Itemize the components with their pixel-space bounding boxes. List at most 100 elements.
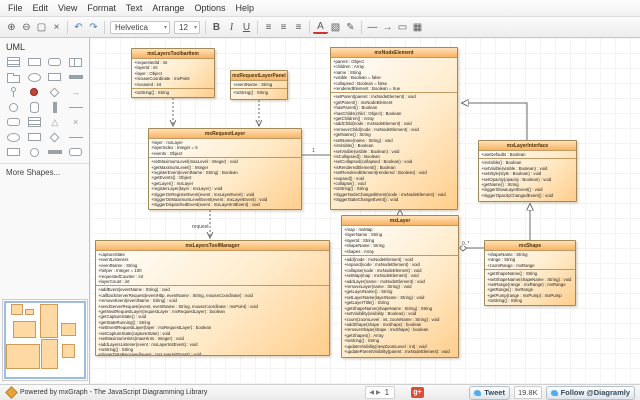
- delete-icon[interactable]: ×: [49, 20, 64, 35]
- uml-shape-line[interactable]: [65, 130, 86, 144]
- uml-shape-rect[interactable]: [45, 70, 66, 84]
- uml-shape-line[interactable]: [65, 100, 86, 114]
- page-number: 1: [383, 388, 391, 397]
- uml-shape-circle[interactable]: [24, 145, 45, 159]
- uml-class-mxLayerInterface[interactable]: mxLayerInterface+useDefaults : Boolean+i…: [478, 140, 577, 202]
- font-color-icon[interactable]: A: [313, 21, 328, 34]
- uml-shape-diamond[interactable]: [45, 130, 66, 144]
- uml-shape-rect[interactable]: [3, 145, 24, 159]
- tweet-button[interactable]: Tweet: [469, 386, 510, 400]
- uml-shape-class[interactable]: [3, 55, 24, 69]
- rect-shape-icon: [48, 73, 61, 81]
- uml-class-mxLayer[interactable]: mxLayer+map : mxMap+layerName : String+l…: [341, 215, 459, 358]
- uml-shape-tri[interactable]: △: [45, 115, 66, 129]
- menu-help[interactable]: Help: [230, 3, 259, 13]
- uml-attribute: +mouseId : int: [134, 82, 212, 87]
- uml-shape-barh[interactable]: [65, 70, 86, 84]
- image-icon[interactable]: ▦: [410, 20, 425, 35]
- uml-methods-section: +setMaximumLevel(maxLevel : Integer) : v…: [149, 158, 301, 209]
- uml-shape-class[interactable]: [24, 115, 45, 129]
- diagram-canvas[interactable]: request10..* mxLayersToolbarItem+request…: [90, 38, 640, 384]
- uml-shape-x[interactable]: ×: [65, 115, 86, 129]
- follow-label: Follow @Diagramly: [561, 388, 630, 397]
- uml-shape-package[interactable]: [3, 70, 24, 84]
- uml-shape-barh[interactable]: [45, 145, 66, 159]
- zoom-fit-icon[interactable]: ▢: [34, 20, 49, 35]
- uml-shape-rect[interactable]: [24, 55, 45, 69]
- uml-method: +toString() : String: [233, 90, 285, 95]
- font-size-select[interactable]: 12▾: [174, 21, 200, 34]
- menu-options[interactable]: Options: [189, 3, 230, 13]
- uml-shape-cyl[interactable]: [24, 100, 45, 114]
- menu-text[interactable]: Text: [121, 3, 148, 13]
- uml-class-mxShape[interactable]: mxShape+shapeName : String+range : Strin…: [484, 240, 576, 306]
- sidebar-section-uml[interactable]: UML: [0, 38, 89, 54]
- underline-button[interactable]: U: [239, 20, 254, 35]
- uml-class-mxLayersToolbarItem[interactable]: mxLayersToolbarItem+requestedId : int+la…: [131, 48, 215, 98]
- align-right-icon[interactable]: ≡: [291, 20, 306, 35]
- uml-shape-reddot[interactable]: [24, 85, 45, 99]
- uml-method: +triggerDispatchedEvent(event : mxLayerI…: [151, 202, 299, 207]
- google-plus-button[interactable]: g+: [411, 387, 424, 398]
- uml-shape-actor[interactable]: [3, 85, 24, 99]
- menu-format[interactable]: Format: [82, 3, 121, 13]
- hdiv-shape-icon: [69, 58, 82, 67]
- undo-icon[interactable]: ↶: [71, 20, 86, 35]
- uml-methods-section: +toString() : String: [231, 89, 287, 96]
- uml-shape-ellipse[interactable]: [3, 130, 24, 144]
- uml-shape-hdiv[interactable]: [65, 55, 86, 69]
- package-shape-icon: [7, 75, 20, 83]
- prev-page-button[interactable]: ◀: [369, 389, 374, 396]
- uml-shape-rect[interactable]: [24, 130, 45, 144]
- uml-shape-round[interactable]: [3, 115, 24, 129]
- uml-shape-round[interactable]: [65, 145, 86, 159]
- uml-method: +toString() : String: [134, 90, 212, 95]
- align-center-icon[interactable]: ≡: [276, 20, 291, 35]
- menu-file[interactable]: File: [3, 3, 28, 13]
- drawio-app: FileEditViewFormatTextArrangeOptionsHelp…: [0, 0, 640, 400]
- uml-class-mxRequestLayer[interactable]: mxRequestLayer+layer : mxLayer+layerInde…: [148, 128, 302, 210]
- tweet-count-badge: 19.8K: [514, 386, 542, 399]
- fill-color-icon[interactable]: ▧: [328, 20, 343, 35]
- line-shape-icon: [69, 137, 83, 138]
- zoom-out-icon[interactable]: ⊖: [19, 20, 34, 35]
- redo-icon[interactable]: ↷: [86, 20, 101, 35]
- zoom-in-icon[interactable]: ⊕: [4, 20, 19, 35]
- arrow-icon[interactable]: →: [380, 20, 395, 35]
- italic-button[interactable]: I: [224, 20, 239, 35]
- uml-class-mxRequestLayerPanel[interactable]: mxRequestLayerPanel+eventName : String+t…: [230, 70, 288, 100]
- uml-attributes-section: +captureState+eventListeners+eventName :…: [96, 251, 329, 286]
- bold-button[interactable]: B: [209, 20, 224, 35]
- uml-shape-ellipse[interactable]: [24, 70, 45, 84]
- line-icon[interactable]: —: [365, 20, 380, 35]
- uml-shape-barv[interactable]: [45, 100, 66, 114]
- toolbar-separator: [361, 21, 362, 34]
- more-shapes-button[interactable]: More Shapes...: [0, 163, 89, 181]
- follow-button[interactable]: Follow @Diagramly: [546, 386, 635, 400]
- menu-view[interactable]: View: [53, 3, 82, 13]
- font-family-select[interactable]: Helvetica▾: [110, 21, 170, 34]
- rectangle-icon[interactable]: ▭: [395, 20, 410, 35]
- round-shape-icon: [7, 118, 20, 126]
- uml-attributes-section: +useDefaults : Boolean: [479, 151, 576, 159]
- uml-shape-circle[interactable]: [3, 100, 24, 114]
- tri-shape-icon: △: [51, 118, 58, 127]
- toolbar-separator: [257, 21, 258, 34]
- toolbar-separator: [309, 21, 310, 34]
- toolbar-separator: [67, 21, 68, 34]
- next-page-button[interactable]: ▶: [376, 389, 381, 396]
- uml-shape-arrow[interactable]: →: [65, 85, 86, 99]
- toolbar: ⊕⊖▢×↶↷Helvetica▾12▾BIU≡≡≡A▧✎—→▭▦: [0, 17, 640, 38]
- uml-shape-round[interactable]: [45, 55, 66, 69]
- align-left-icon[interactable]: ≡: [261, 20, 276, 35]
- uml-class-mxLayersToolManager[interactable]: mxLayersToolManager+captureState+eventLi…: [95, 240, 330, 356]
- uml-class-mxNodeElement[interactable]: mxNodeElement+parent : Object+children :…: [330, 47, 458, 210]
- menu-edit[interactable]: Edit: [28, 3, 54, 13]
- reddot-shape-icon: [30, 88, 38, 96]
- line-color-icon[interactable]: ✎: [343, 20, 358, 35]
- diamond-shape-icon: [50, 132, 60, 142]
- uml-method: +toString() : String: [487, 298, 573, 303]
- edge-realize[interactable]: [462, 103, 527, 140]
- menu-arrange[interactable]: Arrange: [147, 3, 189, 13]
- uml-shape-diamond[interactable]: [45, 85, 66, 99]
